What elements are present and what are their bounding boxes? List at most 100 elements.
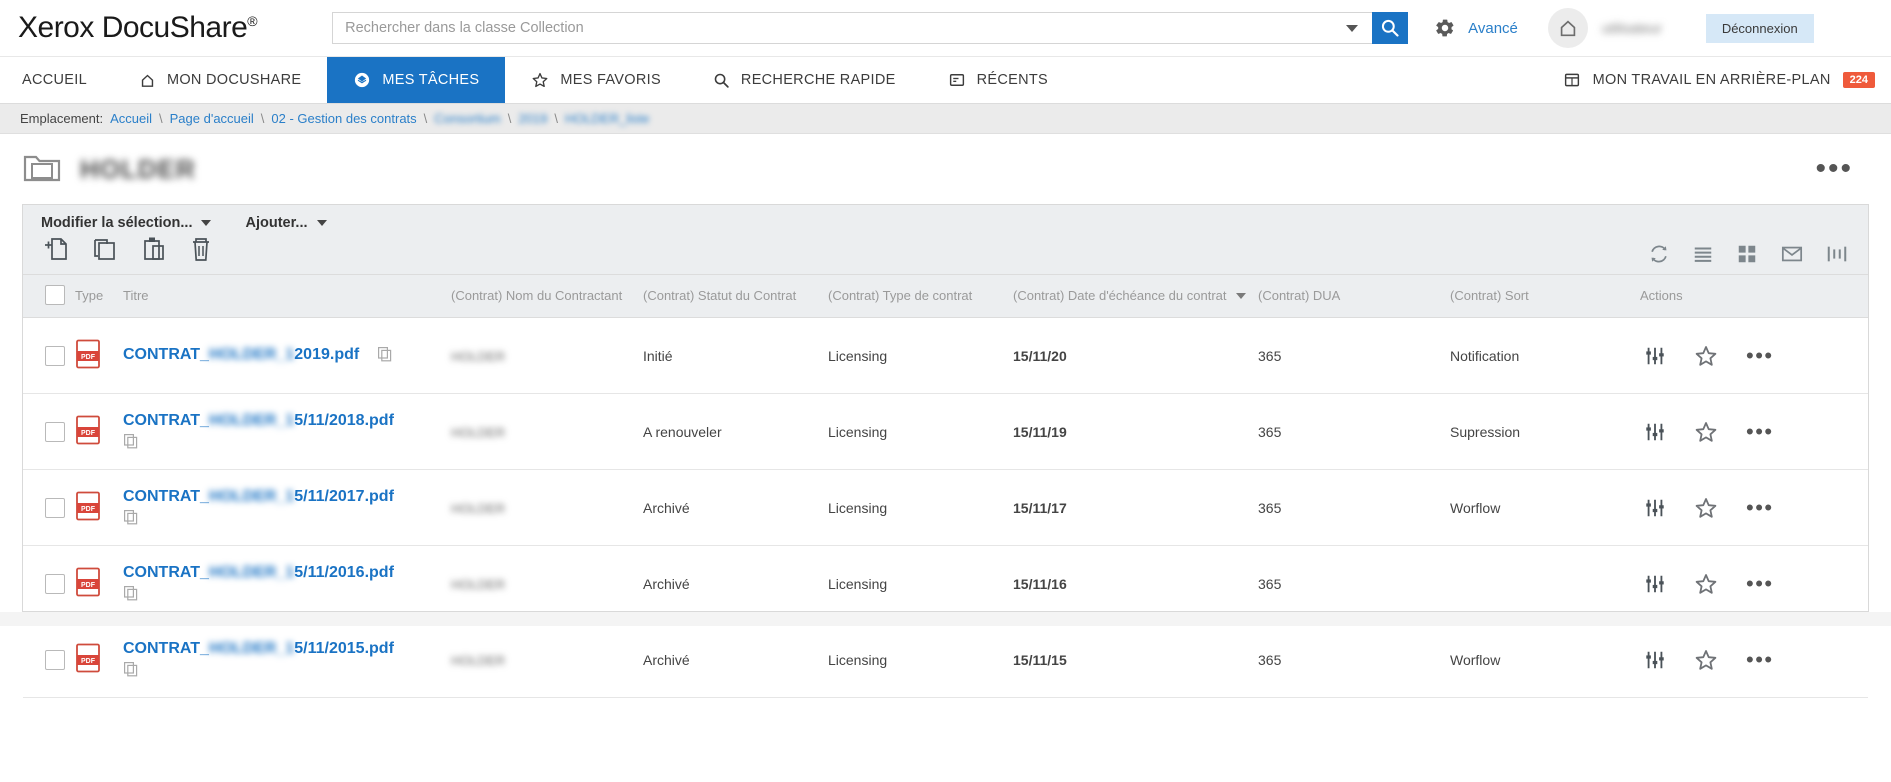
document-title-link[interactable]: CONTRAT_HOLDER_12019.pdf — [123, 346, 359, 363]
th-type[interactable]: Type — [75, 275, 123, 318]
row-options-menu[interactable]: ••• — [1746, 496, 1774, 518]
add-dropdown[interactable]: Ajouter... — [245, 215, 327, 231]
nav-item-recherche-rapide[interactable]: RECHERCHE RAPIDE — [687, 57, 922, 103]
document-title-link[interactable]: CONTRAT_HOLDER_15/11/2017.pdf — [123, 488, 394, 505]
row-checkbox[interactable] — [45, 497, 65, 518]
document-title-link[interactable]: CONTRAT_HOLDER_15/11/2016.pdf — [123, 564, 394, 581]
search-scope-dropdown[interactable] — [1332, 12, 1373, 44]
row-checkbox[interactable] — [45, 573, 65, 594]
pdf-icon: PDF — [76, 491, 100, 521]
row-type-cell: PDF — [75, 393, 123, 470]
star-icon[interactable] — [1694, 420, 1718, 444]
copy-icon[interactable] — [91, 235, 119, 263]
logo-registered-mark: ® — [247, 13, 258, 29]
row-dua-cell: 365 — [1258, 621, 1450, 698]
copy-link-icon[interactable] — [123, 433, 451, 452]
row-checkbox[interactable] — [45, 421, 65, 442]
title-blurred-part: HOLDER_1 — [208, 487, 295, 505]
paste-icon[interactable] — [139, 235, 167, 263]
breadcrumb-item-page-accueil[interactable]: Page d'accueil — [170, 111, 254, 126]
table-row[interactable]: PDF CONTRAT_HOLDER_15/11/2018.pdf HOLDER — [23, 393, 1868, 470]
copy-link-icon[interactable] — [123, 585, 451, 604]
th-statut-contrat[interactable]: (Contrat) Statut du Contrat — [643, 275, 828, 318]
copy-link-icon[interactable] — [123, 509, 451, 528]
row-dua-cell: 365 — [1258, 469, 1450, 546]
add-document-icon[interactable] — [43, 235, 71, 263]
properties-icon[interactable] — [1644, 421, 1666, 443]
breadcrumb-item-gestion-contrats[interactable]: 02 - Gestion des contrats — [271, 111, 416, 126]
calendar-icon — [1564, 73, 1579, 87]
table-row[interactable]: PDF CONTRAT_HOLDER_15/11/2015.pdf HOLDER — [23, 621, 1868, 698]
search-bar — [332, 12, 1409, 44]
table-row[interactable]: PDF CONTRAT_HOLDER_15/11/2017.pdf HOLDER — [23, 469, 1868, 546]
contractant-value: HOLDER — [451, 652, 506, 668]
table-row[interactable]: PDF CONTRAT_HOLDER_15/11/2016.pdf HOLDER — [23, 545, 1868, 622]
user-home-button[interactable] — [1547, 8, 1588, 48]
row-checkbox[interactable] — [45, 345, 65, 366]
th-actions[interactable]: Actions — [1640, 275, 1868, 318]
row-contractant-cell: HOLDER — [451, 545, 643, 622]
nav-item-mes-taches[interactable]: MES TÂCHES — [327, 57, 506, 103]
copy-link-icon[interactable] — [377, 346, 393, 365]
svg-text:PDF: PDF — [81, 658, 96, 665]
delete-icon[interactable] — [187, 235, 215, 263]
star-icon[interactable] — [1694, 648, 1718, 672]
svg-text:PDF: PDF — [81, 582, 96, 589]
advanced-search-link[interactable]: Avancé — [1468, 20, 1518, 37]
row-options-menu[interactable]: ••• — [1746, 648, 1774, 670]
row-checkbox[interactable] — [45, 649, 65, 670]
properties-icon[interactable] — [1644, 497, 1666, 519]
split-view-icon[interactable] — [1826, 243, 1848, 265]
search-button[interactable] — [1372, 12, 1409, 44]
refresh-icon[interactable] — [1648, 243, 1670, 265]
logout-button[interactable]: Déconnexion — [1705, 13, 1814, 43]
th-sort[interactable]: (Contrat) Sort — [1450, 275, 1640, 318]
breadcrumb-separator: \ — [260, 111, 265, 126]
folder-options-menu[interactable]: ••• — [1815, 154, 1869, 184]
breadcrumb-item-current[interactable]: HOLDER_liste — [565, 111, 650, 126]
star-icon[interactable] — [1694, 344, 1718, 368]
row-date-echeance-cell: 15/11/19 — [1013, 393, 1258, 470]
nav-item-mes-favoris[interactable]: MES FAVORIS — [505, 57, 687, 103]
row-options-menu[interactable]: ••• — [1746, 420, 1774, 442]
nav-item-recents[interactable]: RÉCENTS — [922, 57, 1074, 103]
grid-view-icon[interactable] — [1736, 243, 1758, 265]
home-icon — [1560, 20, 1576, 37]
settings-button[interactable] — [1434, 17, 1456, 39]
table-row[interactable]: PDF CONTRAT_HOLDER_12019.pdf HOLDER Init… — [23, 317, 1868, 394]
breadcrumb-item-consortium[interactable]: Consortium — [434, 111, 500, 126]
th-type-contrat[interactable]: (Contrat) Type de contrat — [828, 275, 1013, 318]
th-titre[interactable]: Titre — [123, 275, 451, 318]
title-blurred-part: HOLDER_1 — [208, 346, 295, 364]
properties-icon[interactable] — [1644, 649, 1666, 671]
properties-icon[interactable] — [1644, 345, 1666, 367]
nav-item-accueil[interactable]: ACCUEIL — [0, 57, 113, 103]
th-dua[interactable]: (Contrat) DUA — [1258, 275, 1450, 318]
page-title: HOLDER — [80, 153, 196, 184]
row-options-menu[interactable]: ••• — [1746, 344, 1774, 366]
edit-selection-dropdown[interactable]: Modifier la sélection... — [41, 215, 212, 231]
row-options-menu[interactable]: ••• — [1746, 572, 1774, 594]
star-icon[interactable] — [1694, 572, 1718, 596]
copy-link-icon[interactable] — [123, 661, 451, 680]
select-all-checkbox[interactable] — [45, 285, 65, 305]
star-icon[interactable] — [1694, 496, 1718, 520]
tasks-icon — [355, 72, 370, 88]
properties-icon[interactable] — [1644, 573, 1666, 595]
document-title-link[interactable]: CONTRAT_HOLDER_15/11/2018.pdf — [123, 412, 394, 429]
list-view-icon[interactable] — [1692, 243, 1714, 265]
folder-header: HOLDER ••• — [0, 134, 1891, 204]
search-input[interactable] — [332, 12, 1333, 44]
title-prefix: CONTRAT_ — [123, 411, 209, 429]
breadcrumb-item-accueil[interactable]: Accueil — [110, 111, 152, 126]
th-nom-contractant[interactable]: (Contrat) Nom du Contractant — [451, 275, 643, 318]
list-toolbar: Modifier la sélection... Ajouter... — [23, 205, 1868, 275]
breadcrumb-item-year[interactable]: 2019 — [518, 111, 547, 126]
breadcrumb-separator: \ — [554, 111, 558, 126]
nav-item-background-work[interactable]: MON TRAVAIL EN ARRIÈRE-PLAN 224 — [1563, 57, 1891, 103]
document-title-link[interactable]: CONTRAT_HOLDER_15/11/2015.pdf — [123, 640, 394, 657]
row-title-cell: CONTRAT_HOLDER_12019.pdf — [123, 317, 451, 394]
nav-item-mon-docushare[interactable]: MON DOCUSHARE — [113, 57, 327, 103]
mail-icon[interactable] — [1780, 243, 1804, 265]
th-date-echeance[interactable]: (Contrat) Date d'échéance du contrat — [1013, 275, 1258, 318]
